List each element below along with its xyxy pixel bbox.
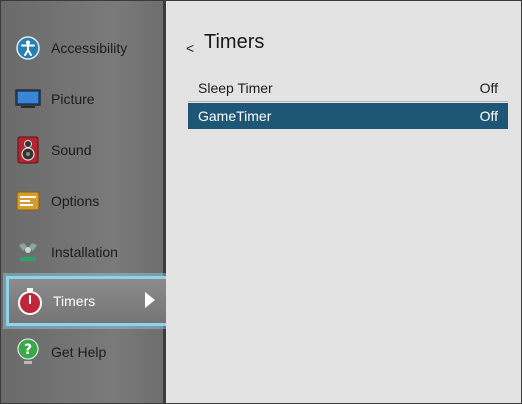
svg-text:?: ? bbox=[24, 342, 32, 358]
sound-icon bbox=[15, 136, 41, 164]
sidebar-item-accessibility[interactable]: Accessibility bbox=[7, 30, 157, 66]
timer-icon bbox=[17, 288, 43, 315]
tv-settings-screen: Accessibility Picture Sound Options Inst… bbox=[0, 0, 522, 404]
help-icon: ? bbox=[15, 338, 41, 365]
sidebar: Accessibility Picture Sound Options Inst… bbox=[1, 1, 170, 403]
row-label: GameTimer bbox=[198, 108, 272, 124]
sidebar-item-label: Installation bbox=[51, 244, 118, 260]
menu-row-game-timer[interactable]: GameTimer Off bbox=[188, 103, 508, 129]
row-value: Off bbox=[479, 108, 498, 124]
sidebar-item-label: Sound bbox=[51, 142, 92, 158]
row-label: Sleep Timer bbox=[198, 80, 273, 96]
sidebar-item-sound[interactable]: Sound bbox=[7, 132, 157, 168]
sidebar-item-label: Options bbox=[51, 193, 100, 209]
back-button[interactable]: < bbox=[186, 40, 194, 56]
installation-icon bbox=[15, 239, 41, 265]
sidebar-item-installation[interactable]: Installation bbox=[7, 234, 157, 270]
row-divider bbox=[188, 101, 508, 102]
sidebar-item-timers[interactable]: Timers bbox=[6, 276, 170, 326]
page-title: Timers bbox=[204, 31, 265, 53]
sidebar-item-label: Accessibility bbox=[51, 40, 128, 56]
accessibility-icon bbox=[15, 35, 41, 61]
chevron-right-icon bbox=[145, 292, 155, 308]
picture-icon bbox=[15, 86, 41, 112]
options-icon bbox=[15, 188, 41, 214]
sidebar-item-options[interactable]: Options bbox=[7, 183, 157, 219]
sidebar-item-label: Picture bbox=[51, 91, 95, 107]
sidebar-item-picture[interactable]: Picture bbox=[7, 81, 157, 117]
sidebar-item-label: Timers bbox=[53, 293, 96, 309]
menu-row-sleep-timer[interactable]: Sleep Timer Off bbox=[188, 75, 508, 101]
sidebar-item-get-help[interactable]: ? Get Help bbox=[7, 334, 157, 370]
row-value: Off bbox=[479, 80, 498, 96]
main-panel: < Timers Sleep Timer Off GameTimer Off bbox=[166, 1, 521, 403]
sidebar-item-label: Get Help bbox=[51, 344, 107, 360]
